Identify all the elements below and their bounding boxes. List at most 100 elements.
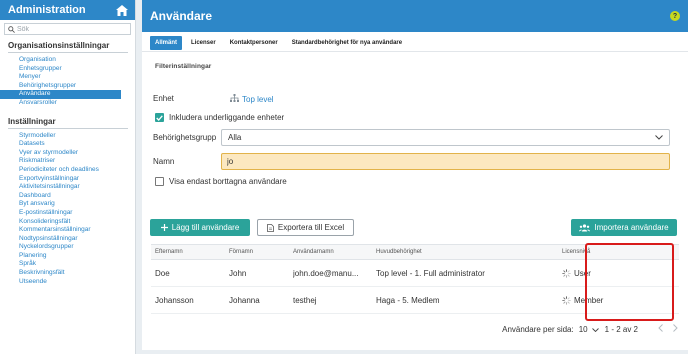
sidebar-item-epost[interactable]: E-postinställningar [0,209,121,218]
sidebar-item-menyer[interactable]: Menyer [0,73,121,82]
cell-lastname: Johansson [155,295,194,305]
cell-firstname: Johanna [229,295,260,305]
group-select-value: Alla [228,133,242,142]
next-page-icon[interactable] [673,324,678,335]
col-header-license-level[interactable]: Licensnivå [562,249,679,255]
license-level-value: Member [574,295,604,305]
export-excel-button[interactable]: Exportera till Excel [257,219,354,236]
sidebar-item-beskrivning[interactable]: Beskrivningsfält [0,269,121,278]
loading-spinner-icon [562,268,571,278]
home-icon[interactable] [115,3,129,17]
sidebar-item-byt-ansvarig[interactable]: Byt ansvarig [0,200,121,209]
sidebar-section-title: Organisationsinställningar [8,41,128,53]
tab-allmant[interactable]: Allmänt [150,35,183,50]
per-page-select[interactable]: 10 [579,325,599,334]
filter-section-title: Filterinställningar [155,63,212,70]
unit-value: Top level [242,94,274,104]
main-header: Användare ? [142,0,688,32]
cell-license-level: User [562,269,679,278]
cell-username: testhej [293,295,317,305]
sidebar-item-nodtyp[interactable]: Nodtypsinställningar [0,235,121,244]
cell-main-permission: Top level - 1. Full administrator [376,268,485,278]
add-user-button[interactable]: Lägg till användare [150,219,250,236]
sidebar-item-styrmodeller[interactable]: Styrmodeller [0,132,121,141]
main-panel: Användare ? Allmänt Licenser Kontaktpers… [142,0,688,354]
show-deleted-checkbox[interactable] [155,177,164,186]
tab-standardbehorighet[interactable]: Standardbehörighet för nya användare [287,36,407,50]
cell-license-level: Member [562,296,679,305]
pagination: Användare per sida: 10 1 - 2 av 2 [502,324,678,335]
sidebar-list-org: Organisation Enhetsgrupper Menyer Behöri… [0,56,135,108]
search-icon [8,20,15,38]
sidebar-item-konsolidering[interactable]: Konsolideringsfält [0,218,121,227]
per-page-value: 10 [578,325,588,334]
sidebar-item-exportvy[interactable]: Exportvyinställningar [0,175,121,184]
sidebar-item-dashboard[interactable]: Dashboard [0,192,121,201]
table-row[interactable]: Doe John john.doe@manu... Top level - 1.… [151,260,679,287]
include-sub-units-checkbox[interactable] [155,113,164,122]
group-select[interactable]: Alla [221,129,670,146]
name-input[interactable] [221,153,670,170]
tab-licenser[interactable]: Licenser [186,36,221,50]
sidebar-item-sprak[interactable]: Språk [0,260,121,269]
prev-page-icon[interactable] [658,324,663,335]
sidebar-item-periodiciteter[interactable]: Periodiciteter och deadlines [0,166,121,175]
users-icon [579,223,591,232]
cell-main-permission: Haga - 5. Medlem [376,295,440,305]
sidebar-title: Administration [8,4,86,16]
sidebar-item-nyckelord[interactable]: Nyckelordsgrupper [0,243,121,252]
users-table: Efternamn Förnamn Användarnamn Huvudbehö… [151,244,679,314]
sidebar: Administration Organisationsinställninga… [0,0,136,354]
sidebar-item-utseende[interactable]: Utseende [0,278,121,287]
sidebar-header: Administration [0,0,135,20]
per-page-label: Användare per sida: [502,325,574,334]
group-label: Behörighetsgrupp [153,133,217,142]
export-excel-label: Exportera till Excel [277,223,345,232]
sidebar-item-enhetsgrupper[interactable]: Enhetsgrupper [0,65,121,74]
sidebar-item-ansvarsroller[interactable]: Ansvarsroller [0,99,121,108]
table-header: Efternamn Förnamn Användarnamn Huvudbehö… [151,244,679,260]
plus-icon [160,224,168,231]
sidebar-item-kommentar[interactable]: Kommentarsinställningar [0,226,121,235]
license-level-value: User [574,268,591,278]
page-title: Användare [150,9,213,23]
sidebar-list-settings: Styrmodeller Datasets Vyer av styrmodell… [0,132,135,287]
help-icon[interactable]: ? [670,11,680,21]
sidebar-item-organisation[interactable]: Organisation [0,56,121,65]
table-row[interactable]: Johansson Johanna testhej Haga - 5. Medl… [151,287,679,314]
show-deleted-label: Visa endast borttagna användare [169,177,287,186]
import-users-button[interactable]: Importera användare [571,219,677,236]
cell-username: john.doe@manu... [293,268,359,278]
sidebar-item-anvandare[interactable]: Användare [0,90,121,99]
sidebar-item-vyer-styrmodeller[interactable]: Vyer av styrmodeller [0,149,121,158]
cell-firstname: John [229,268,247,278]
sidebar-item-aktivitet[interactable]: Aktivitetsinställningar [0,183,121,192]
col-header-main-permission[interactable]: Huvudbehörighet [376,249,562,255]
name-label: Namn [153,157,175,166]
col-header-lastname[interactable]: Efternamn [151,249,229,255]
sidebar-search [4,23,131,35]
sidebar-section-title: Inställningar [8,117,128,129]
tab-bar: Allmänt Licenser Kontaktpersoner Standar… [142,34,688,52]
include-sub-units-row[interactable]: Inkludera underliggande enheter [155,113,284,122]
cell-lastname: Doe [155,268,170,278]
chevron-down-icon [655,133,663,142]
col-header-firstname[interactable]: Förnamn [229,249,293,255]
sidebar-item-datasets[interactable]: Datasets [0,140,121,149]
loading-spinner-icon [562,295,571,305]
content-card: Allmänt Licenser Kontaktpersoner Standar… [142,32,688,350]
show-deleted-row[interactable]: Visa endast borttagna användare [155,177,287,186]
sidebar-search-input[interactable] [17,25,127,33]
unit-label: Enhet [153,94,174,103]
page-range: 1 - 2 av 2 [604,325,638,334]
sidebar-item-riskmatriser[interactable]: Riskmatriser [0,157,121,166]
document-icon [266,223,274,232]
unit-selector[interactable]: Top level [230,94,274,104]
tab-kontaktpersoner[interactable]: Kontaktpersoner [225,36,283,50]
chevron-down-icon [591,327,599,332]
import-users-label: Importera användare [594,223,669,232]
sidebar-item-behorighetsgrupper[interactable]: Behörighetsgrupper [0,82,121,91]
col-header-username[interactable]: Användarnamn [293,249,376,255]
add-user-label: Lägg till användare [171,223,240,232]
include-sub-units-label: Inkludera underliggande enheter [169,113,285,122]
